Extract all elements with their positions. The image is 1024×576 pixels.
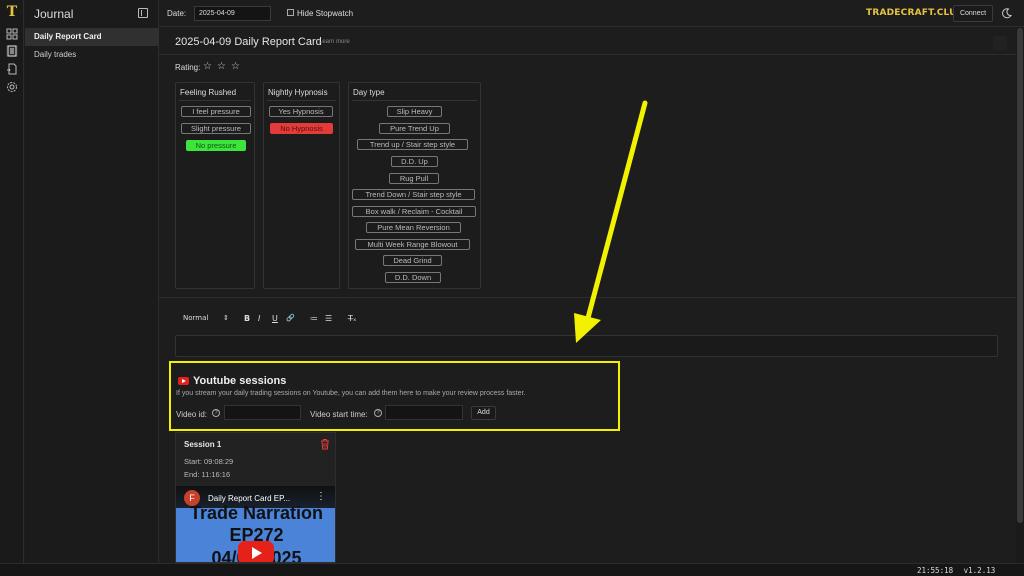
tag-pure-mean-reversion[interactable]: Pure Mean Reversion: [366, 222, 461, 233]
journal-sidebar: Journal Daily Report Card Daily trades: [25, 0, 159, 576]
status-bar: 21:55:18 v1.2.13: [0, 563, 1024, 576]
main-scrollbar[interactable]: [1016, 28, 1024, 563]
tag-multi-week-range-blowout[interactable]: Multi Week Range Blowout: [355, 239, 470, 250]
panel-divider: [179, 100, 251, 101]
tag-trend-down-stair-step[interactable]: Trend Down / Stair step style: [352, 189, 475, 200]
panel-title: Nightly Hypnosis: [268, 88, 328, 97]
session-title: Session 1: [184, 440, 222, 449]
section-divider: [159, 297, 1016, 298]
tag-no-hypnosis[interactable]: No Hypnosis: [270, 123, 333, 134]
tag-yes-hypnosis[interactable]: Yes Hypnosis: [269, 106, 333, 117]
start-time-help-icon[interactable]: ?: [374, 409, 382, 417]
top-bar: Date: 2025-04-09 Hide Stopwatch TRADECRA…: [159, 0, 1024, 27]
brand-logo-text: TRADECRAFT.CLUB: [866, 8, 964, 18]
settings-icon[interactable]: [6, 81, 18, 93]
sidebar-item-daily-trades[interactable]: Daily trades: [25, 46, 159, 64]
connect-button[interactable]: Connect: [953, 5, 993, 22]
dark-mode-icon[interactable]: [1001, 8, 1012, 19]
underline-button[interactable]: U: [272, 314, 278, 323]
tag-dd-up[interactable]: D.D. Up: [391, 156, 438, 167]
format-select[interactable]: Normal: [183, 314, 208, 322]
date-input[interactable]: 2025-04-09: [194, 6, 271, 21]
title-action-button[interactable]: [993, 36, 1007, 50]
tag-slight-pressure[interactable]: Slight pressure: [181, 123, 251, 134]
youtube-sessions-description: If you stream your daily trading session…: [176, 390, 526, 397]
tradecraft-logo[interactable]: T: [4, 4, 20, 20]
status-text: 21:55:18 v1.2.13: [917, 566, 995, 575]
app-version: v1.2.13: [963, 566, 996, 575]
app-rail: T: [0, 0, 24, 576]
ordered-list-icon[interactable]: ≔: [310, 314, 318, 323]
session-card: Session 1 Start: 09:08:29 End: 11:16:16 …: [175, 432, 336, 563]
hide-stopwatch-label[interactable]: Hide Stopwatch: [297, 9, 353, 18]
add-video-button[interactable]: Add: [471, 406, 496, 420]
nightly-hypnosis-panel: Nightly Hypnosis Yes Hypnosis No Hypnosi…: [263, 82, 340, 289]
sidebar-collapse-icon[interactable]: [138, 8, 148, 18]
scrollbar-thumb[interactable]: [1017, 28, 1023, 523]
tag-no-pressure[interactable]: No pressure: [186, 140, 246, 151]
panel-title: Day type: [353, 88, 385, 97]
notes-editor[interactable]: [175, 335, 998, 357]
rating-star-3-icon[interactable]: ☆: [231, 62, 241, 72]
tag-i-feel-pressure[interactable]: I feel pressure: [181, 106, 251, 117]
video-start-time-input[interactable]: [385, 405, 463, 420]
hide-stopwatch-checkbox[interactable]: [287, 9, 294, 16]
play-button-icon[interactable]: [238, 541, 274, 562]
bold-button[interactable]: B: [244, 314, 250, 323]
video-id-help-icon[interactable]: ?: [212, 409, 220, 417]
dashboard-icon[interactable]: [6, 28, 18, 40]
tag-dead-grind[interactable]: Dead Grind: [383, 255, 442, 266]
channel-avatar[interactable]: F: [184, 490, 200, 506]
clear-format-icon[interactable]: T̶ₓ: [348, 314, 356, 323]
journal-icon[interactable]: [6, 45, 18, 57]
format-select-chevron-icon[interactable]: ⇕: [223, 314, 229, 322]
tag-slip-heavy[interactable]: Slip Heavy: [387, 106, 442, 117]
main-content: 2025-04-09 Daily Report Card Learn more …: [159, 28, 1016, 563]
youtube-sessions-section: Youtube sessions If you stream your dail…: [169, 361, 620, 431]
panel-divider: [352, 100, 477, 101]
panel-divider: [267, 100, 336, 101]
learn-more-link[interactable]: Learn more: [319, 39, 350, 45]
video-id-input[interactable]: [224, 405, 301, 420]
video-start-time-label: Video start time:: [310, 410, 368, 419]
sidebar-title: Journal: [34, 7, 74, 21]
italic-button[interactable]: I: [258, 314, 260, 323]
clock-time: 21:55:18: [917, 566, 954, 575]
date-label: Date:: [167, 9, 187, 18]
video-menu-icon[interactable]: ⋮: [316, 491, 326, 502]
day-type-panel: Day type Slip Heavy Pure Trend Up Trend …: [348, 82, 481, 289]
tag-trend-up-stair-step[interactable]: Trend up / Stair step style: [357, 139, 468, 150]
link-icon[interactable]: 🔗: [286, 314, 295, 322]
rating-label: Rating:: [175, 63, 201, 72]
rating-star-1-icon[interactable]: ☆: [203, 62, 213, 72]
tag-rug-pull[interactable]: Rug Pull: [389, 173, 439, 184]
tag-dd-down[interactable]: D.D. Down: [385, 272, 441, 283]
delete-session-icon[interactable]: [320, 438, 330, 450]
youtube-icon: [178, 377, 189, 385]
header-divider: [159, 54, 1016, 55]
youtube-video-embed[interactable]: Trade Narration EP272 04/09/2025 F Daily…: [176, 486, 335, 562]
rating-star-2-icon[interactable]: ☆: [217, 62, 227, 72]
document-swap-icon[interactable]: [6, 63, 18, 75]
tag-box-walk-reclaim-cocktail[interactable]: Box walk / Reclaim - Cocktail: [352, 206, 476, 217]
sidebar-item-daily-report-card[interactable]: Daily Report Card: [25, 28, 159, 46]
youtube-sessions-title: Youtube sessions: [193, 375, 287, 387]
video-title[interactable]: Daily Report Card EP...: [208, 494, 290, 503]
tag-pure-trend-up[interactable]: Pure Trend Up: [379, 123, 450, 134]
session-end-time: End: 11:16:16: [184, 470, 231, 479]
session-start-time: Start: 09:08:29: [184, 457, 234, 466]
video-id-label: Video id:: [176, 410, 207, 419]
feeling-rushed-panel: Feeling Rushed I feel pressure Slight pr…: [175, 82, 255, 289]
panel-title: Feeling Rushed: [180, 88, 237, 97]
bullet-list-icon[interactable]: ☰: [325, 314, 332, 323]
page-title: 2025-04-09 Daily Report Card: [175, 36, 322, 48]
